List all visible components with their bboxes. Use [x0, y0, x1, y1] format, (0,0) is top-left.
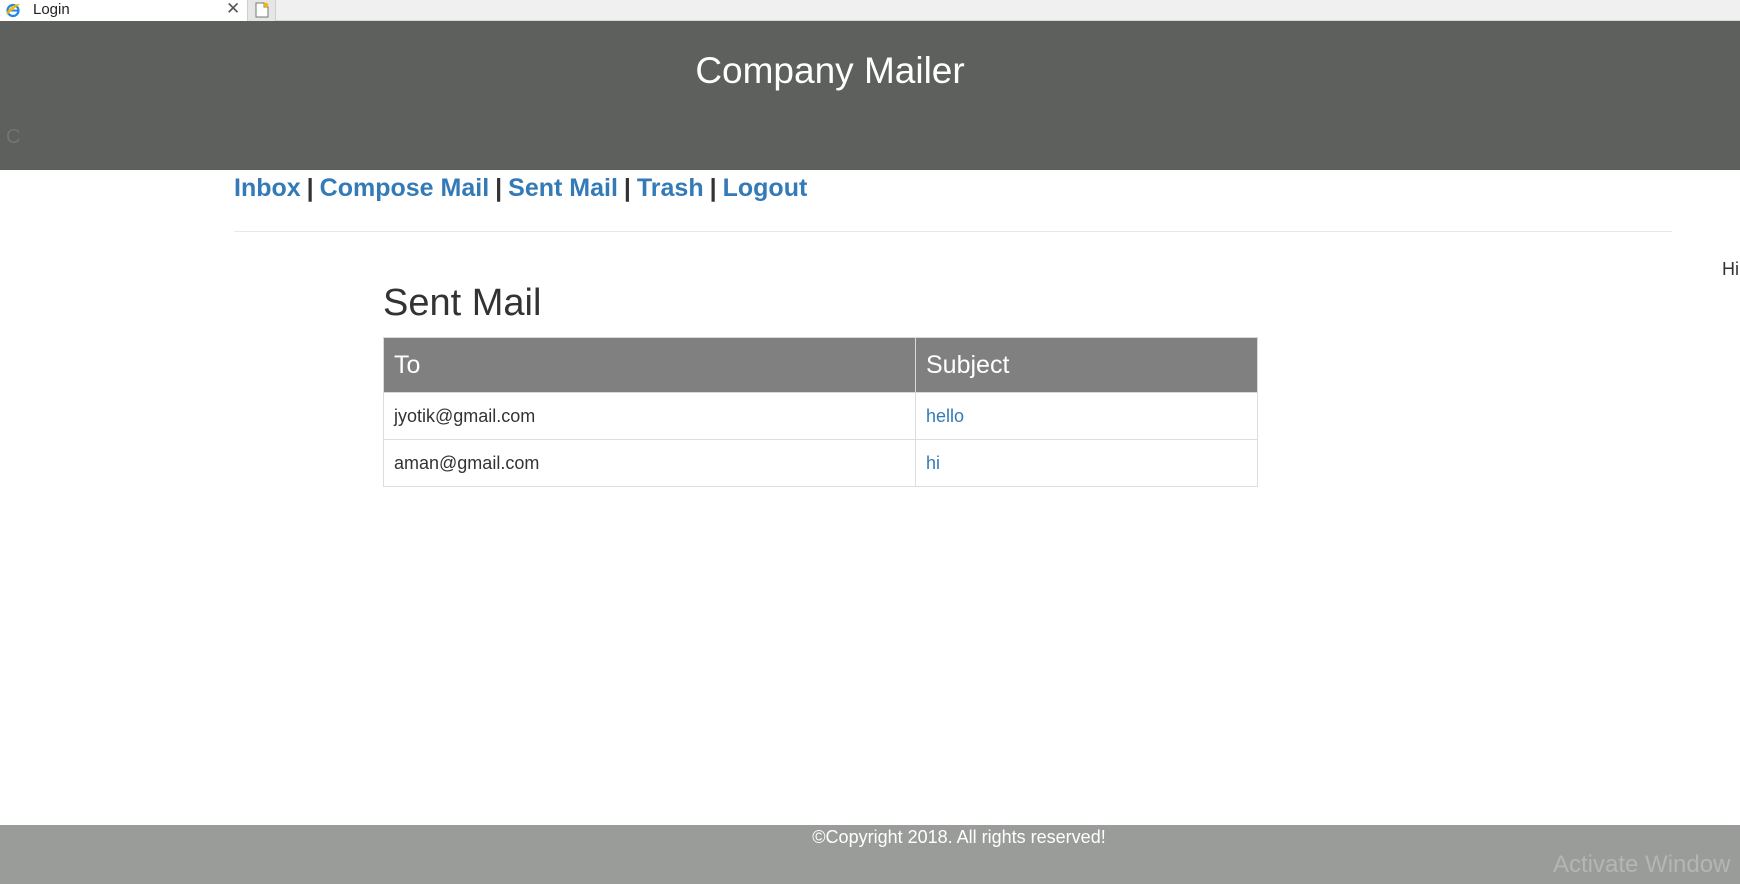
subject-link[interactable]: hello [926, 406, 964, 426]
subject-cell: hello [915, 392, 1258, 440]
table-row: jyotik@gmail.com hello [383, 392, 1258, 440]
nav-link-logout[interactable]: Logout [723, 174, 808, 202]
column-header-to: To [383, 337, 916, 393]
subject-link[interactable]: hi [926, 453, 940, 473]
main-nav: Inbox | Compose Mail | Sent Mail | Trash | Logou… [234, 172, 807, 204]
os-watermark: Activate Window [1553, 851, 1731, 878]
new-tab-icon [255, 2, 269, 18]
nav-separator: | [306, 174, 314, 202]
nav-separator: | [623, 174, 631, 202]
recipient-cell: jyotik@gmail.com [383, 392, 916, 440]
ie-icon [6, 3, 20, 18]
browser-tab[interactable]: Login ✕ [0, 0, 248, 21]
nav-separator: | [495, 174, 503, 202]
nav-link-inbox[interactable]: Inbox [234, 174, 301, 202]
column-header-subject: Subject [915, 337, 1258, 393]
new-tab-button[interactable] [248, 0, 276, 21]
recipient-cell: aman@gmail.com [383, 439, 916, 487]
nav-separator: | [709, 174, 717, 202]
site-title: Company Mailer [695, 50, 965, 91]
browser-tab-strip: Login ✕ [0, 0, 1740, 21]
table-row: aman@gmail.com hi [383, 439, 1258, 487]
copyright-text: ©Copyright 2018. All rights reserved! [812, 827, 1106, 847]
user-greeting: Hi [1722, 259, 1739, 279]
site-header: Company Mailer C [0, 21, 1740, 170]
nav-link-trash[interactable]: Trash [637, 174, 704, 202]
sent-mail-table: To Subject jyotik@gmail.com hello aman@g… [383, 337, 1258, 487]
site-footer: ©Copyright 2018. All rights reserved! Ac… [0, 825, 1740, 884]
page-title: Sent Mail [383, 282, 542, 324]
header-stray-text: C [6, 126, 21, 148]
nav-link-compose-mail[interactable]: Compose Mail [320, 174, 489, 202]
browser-tab-title: Login [33, 1, 70, 18]
nav-link-sent-mail[interactable]: Sent Mail [508, 174, 618, 202]
table-header-row: To Subject [383, 337, 1258, 393]
subject-cell: hi [915, 439, 1258, 487]
close-icon[interactable]: ✕ [226, 0, 240, 18]
nav-divider [234, 231, 1672, 232]
